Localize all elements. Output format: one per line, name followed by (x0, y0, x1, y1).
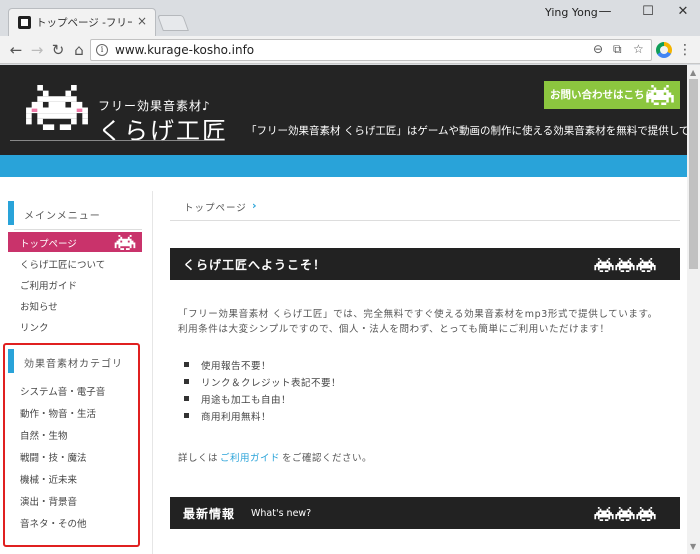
category-heading-text: 効果音素材カテゴリ (24, 359, 123, 370)
page-scrollbar[interactable]: ▲ ▼ (687, 65, 700, 554)
news-subtitle: What's new? (251, 508, 312, 519)
news-heading-bar: 最新情報 What's new? (170, 497, 680, 529)
welcome-heading-bar: くらげ工匠へようこそ！ (170, 248, 680, 280)
invader-logo-icon (26, 85, 88, 130)
site-tagline: 「フリー効果音素材 くらげ工匠」はゲームや動画の制作に使える効果音素材を無料で提… (246, 125, 687, 137)
close-window-button[interactable]: ✕ (668, 2, 698, 22)
bullet-icon (184, 396, 189, 401)
browser-tab[interactable]: トップページ -フリー効果 × (8, 8, 156, 36)
url-text[interactable]: www.kurage-kosho.info (115, 43, 254, 57)
feature-item: 商用利用無料！ (201, 412, 272, 423)
intro-line-1: 「フリー効果音素材 くらげ工匠」では、完全無料ですぐ使える効果音素材をmp3形式… (178, 309, 658, 320)
translate-icon[interactable]: ⧉ (613, 42, 622, 57)
category-item-machine[interactable]: 機械・近未来 (8, 468, 142, 488)
invaders-decoration-icon (594, 507, 656, 521)
site-info-icon[interactable]: i (96, 44, 108, 56)
invader-icon (646, 85, 674, 105)
bookmark-star-icon[interactable]: ☆ (633, 42, 644, 56)
news-title: 最新情報 (183, 507, 236, 521)
intro-line-2: 利用条件は大変シンプルですので、個人・法人を問わず、とっても簡単にご利用いただけ… (178, 324, 610, 335)
sidebar-item-news[interactable]: お知らせ (8, 295, 142, 315)
category-item-action[interactable]: 動作・物音・生活 (8, 402, 142, 422)
address-bar[interactable]: i www.kurage-kosho.info ⊖ ⧉ ☆ (90, 39, 652, 61)
scrollbar-thumb[interactable] (689, 79, 698, 269)
feature-item: リンク＆クレジット表記不要！ (201, 378, 342, 389)
category-item-label: 機械・近未来 (20, 475, 78, 486)
sidebar-item-label: お知らせ (20, 302, 58, 313)
main-menu-heading-text: メインメニュー (24, 211, 101, 222)
page-viewport: フリー効果音素材♪ くらげ工匠 お問い合わせはこちら 「フリー効果音素材 くらげ… (0, 65, 687, 554)
category-item-label: 音ネタ・その他 (20, 519, 87, 530)
header-accent-band (0, 155, 687, 177)
contact-button[interactable]: お問い合わせはこちら (544, 81, 680, 109)
category-item-ambient[interactable]: 演出・背景音 (8, 490, 142, 510)
detail-prefix: 詳しくは (178, 453, 219, 464)
invaders-decoration-icon (594, 258, 656, 272)
category-item-nature[interactable]: 自然・生物 (8, 424, 142, 444)
zoom-icon[interactable]: ⊖ (593, 42, 603, 56)
bullet-icon (184, 379, 189, 384)
category-item-battle[interactable]: 戦闘・技・魔法 (8, 446, 142, 466)
site-header: フリー効果音素材♪ くらげ工匠 お問い合わせはこちら 「フリー効果音素材 くらげ… (0, 65, 687, 155)
sidebar-divider (14, 229, 142, 230)
feature-item: 用途も加工も自由！ (201, 395, 292, 406)
sidebar-border (152, 191, 153, 554)
new-tab-button[interactable] (157, 15, 189, 31)
category-item-label: 自然・生物 (20, 431, 68, 442)
sidebar-item-top-page[interactable]: トップページ (8, 232, 142, 252)
extension-icon[interactable] (656, 42, 672, 58)
category-item-label: 動作・物音・生活 (20, 409, 97, 420)
main-menu-heading: メインメニュー (8, 201, 100, 225)
category-item-label: 戦闘・技・魔法 (20, 453, 87, 464)
detail-suffix: をご確認ください。 (282, 453, 373, 464)
scroll-down-icon[interactable]: ▼ (690, 542, 696, 551)
feature-item: 使用報告不要！ (201, 361, 272, 372)
bullet-icon (184, 362, 189, 367)
site-favicon-icon (18, 16, 31, 29)
minimize-button[interactable]: — (590, 2, 620, 22)
sidebar-item-links[interactable]: リンク (8, 316, 142, 336)
sidebar-item-about[interactable]: くらげ工匠について (8, 253, 142, 273)
invader-icon (114, 235, 136, 250)
back-icon[interactable]: ← (6, 40, 26, 60)
maximize-button[interactable]: ☐ (633, 2, 663, 22)
sidebar-item-guide[interactable]: ご利用ガイド (8, 274, 142, 294)
sidebar-item-label: トップページ (20, 239, 77, 250)
category-heading: 効果音素材カテゴリ (8, 349, 122, 373)
home-icon[interactable]: ⌂ (69, 40, 89, 60)
forward-icon[interactable]: → (27, 40, 47, 60)
tab-title: トップページ -フリー効果 (36, 17, 132, 29)
reload-icon[interactable]: ↻ (48, 40, 68, 60)
breadcrumb[interactable]: トップページ (184, 200, 247, 214)
browser-titlebar: トップページ -フリー効果 × Ying Yong — ☐ ✕ (0, 0, 700, 36)
bullet-icon (184, 413, 189, 418)
sidebar-item-label: リンク (20, 323, 49, 334)
category-item-label: 演出・背景音 (20, 497, 78, 508)
logo-divider (10, 140, 224, 141)
scroll-up-icon[interactable]: ▲ (690, 68, 696, 77)
browser-menu-icon[interactable]: ⋮ (678, 42, 692, 58)
breadcrumb-divider (170, 220, 680, 221)
contact-label: お問い合わせはこちら (550, 89, 655, 101)
category-item-label: システム音・電子音 (20, 387, 106, 398)
browser-toolbar: ← → ↻ ⌂ i www.kurage-kosho.info ⊖ ⧉ ☆ ⋮ (0, 36, 700, 64)
guide-link[interactable]: ご利用ガイド (220, 450, 280, 464)
welcome-title: くらげ工匠へようこそ！ (183, 258, 327, 272)
tab-close-icon[interactable]: × (137, 14, 147, 28)
breadcrumb-arrow-icon: › (252, 199, 257, 212)
sidebar-item-label: ご利用ガイド (20, 281, 78, 292)
category-item-other[interactable]: 音ネタ・その他 (8, 512, 142, 532)
sidebar-item-label: くらげ工匠について (20, 260, 106, 271)
category-item-system[interactable]: システム音・電子音 (8, 380, 142, 400)
